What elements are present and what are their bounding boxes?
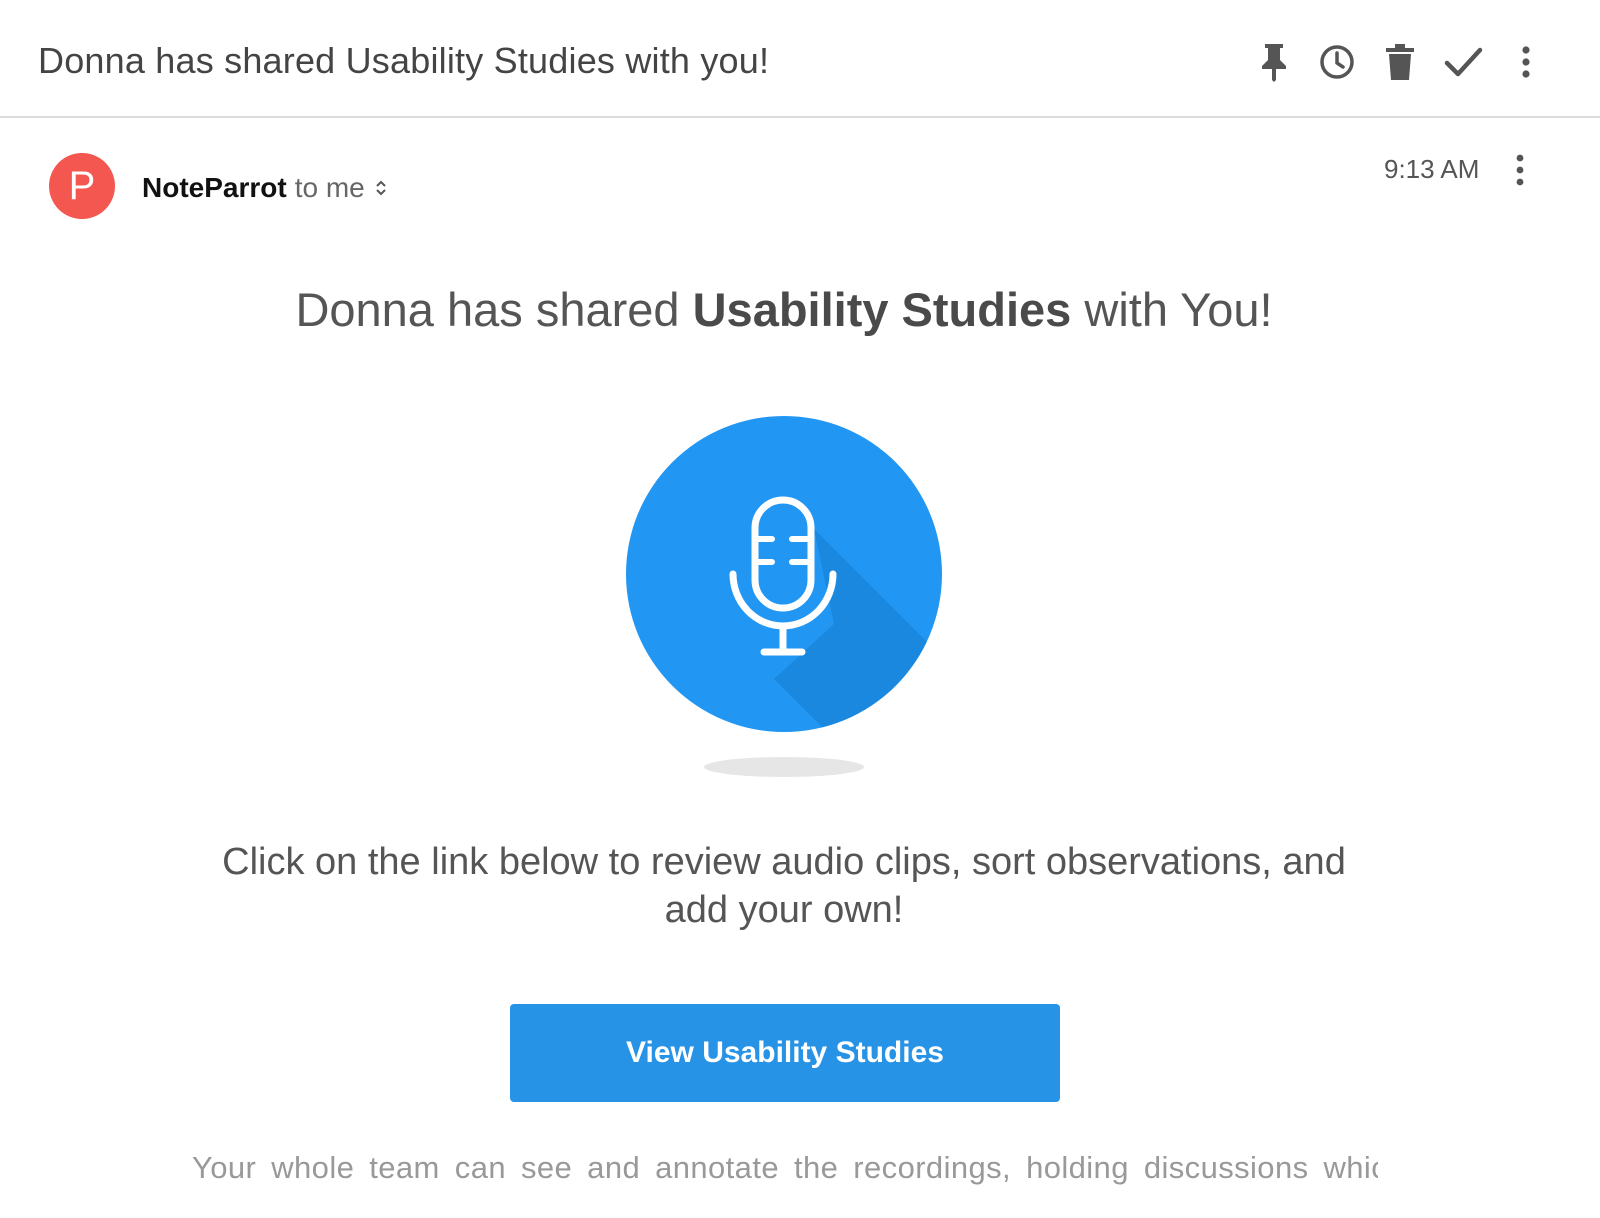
email-headline: Donna has shared Usability Studies with …: [0, 282, 1568, 337]
mark-done-button[interactable]: [1439, 38, 1487, 86]
microphone-illustration: [624, 414, 944, 784]
sender-name[interactable]: NoteParrot: [142, 172, 287, 204]
avatar-letter: P: [68, 163, 96, 208]
delete-button[interactable]: [1376, 38, 1424, 86]
email-view: Donna has shared Usability Studies with …: [0, 0, 1600, 1218]
email-subject: Donna has shared Usability Studies with …: [38, 40, 770, 81]
sender-avatar[interactable]: P: [49, 153, 115, 219]
email-footer-text: Your whole team can see and annotate the…: [192, 1150, 1378, 1185]
view-usability-studies-button[interactable]: View Usability Studies: [510, 1004, 1060, 1102]
microphone-icon: [626, 416, 942, 777]
snooze-button[interactable]: [1313, 38, 1361, 86]
trash-icon: [1386, 44, 1414, 80]
email-description: Click on the link below to review audio …: [222, 841, 1346, 931]
header-divider: [0, 116, 1600, 118]
headline-study-name: Usability Studies: [692, 283, 1072, 336]
pin-icon: [1262, 44, 1286, 82]
check-icon: [1444, 47, 1483, 77]
message-more-button[interactable]: [1500, 148, 1540, 192]
expand-details-button[interactable]: [375, 178, 387, 198]
headline-prefix: Donna has shared: [295, 283, 693, 336]
pin-button[interactable]: [1250, 38, 1298, 86]
snooze-clock-icon: [1320, 45, 1354, 79]
more-vertical-icon: [1516, 154, 1524, 186]
more-vertical-icon: [1522, 46, 1530, 78]
chevron-up-down-icon: [376, 180, 386, 196]
recipient-label: to me: [294, 172, 365, 203]
more-options-button[interactable]: [1502, 38, 1550, 86]
email-time: 9:13 AM: [1384, 154, 1480, 184]
email-header-bar: Donna has shared Usability Studies with …: [0, 0, 1600, 118]
sender-line: NoteParrot to me: [142, 172, 387, 204]
headline-suffix: with You!: [1071, 283, 1273, 336]
